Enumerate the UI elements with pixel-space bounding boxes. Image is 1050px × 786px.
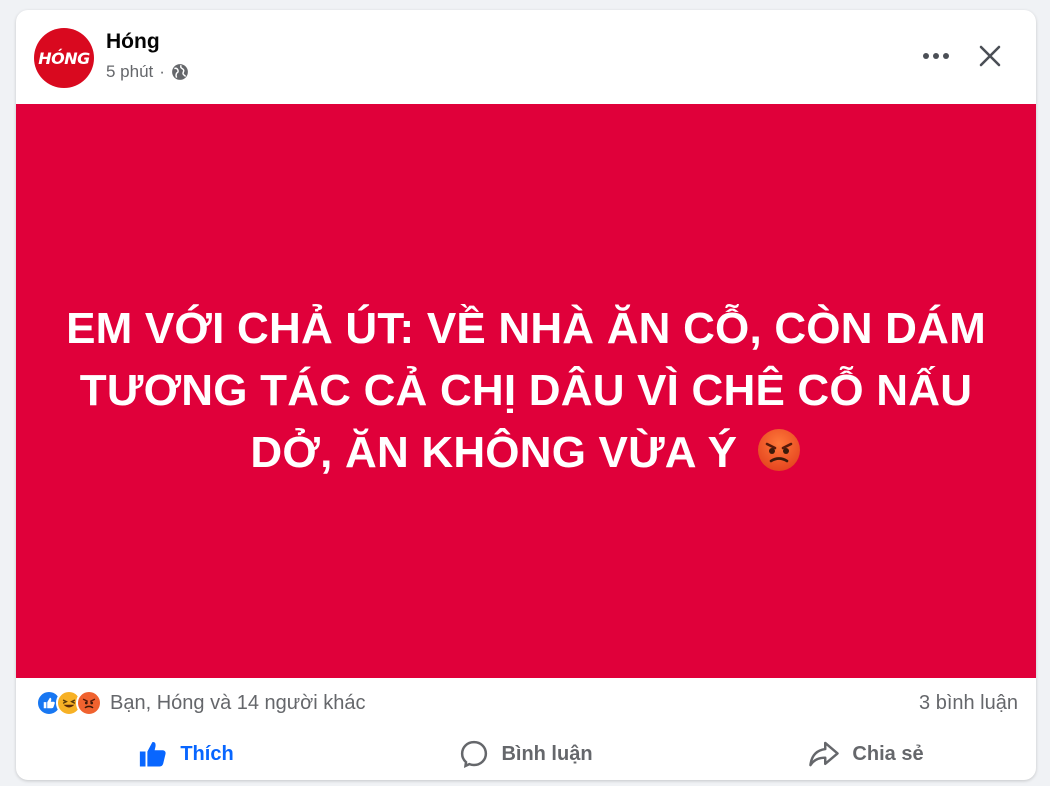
like-button[interactable]: Thích xyxy=(16,728,356,780)
post-card: HÓNG Hóng 5 phút · EM VỚI CHẢ ÚT: VỀ NHÀ… xyxy=(16,10,1036,780)
post-meta: 5 phút · xyxy=(106,62,189,82)
post-header: HÓNG Hóng 5 phút · xyxy=(16,10,1036,104)
meta-separator: · xyxy=(159,62,165,81)
comment-count[interactable]: 3 bình luận xyxy=(919,692,1018,715)
more-horizontal-icon xyxy=(923,53,949,59)
post-time[interactable]: 5 phút xyxy=(106,62,153,82)
share-button[interactable]: Chia sẻ xyxy=(696,728,1036,780)
author-name[interactable]: Hóng xyxy=(106,30,160,54)
reaction-text[interactable]: Bạn, Hóng và 14 người khác xyxy=(110,692,366,715)
post-headline-text: EM VỚI CHẢ ÚT: VỀ NHÀ ĂN CỖ, CÒN DÁM TƯƠ… xyxy=(66,304,986,477)
action-bar: Thích Bình luận Chia sẻ xyxy=(16,728,1036,780)
globe-icon[interactable] xyxy=(171,63,189,81)
comment-button[interactable]: Bình luận xyxy=(356,728,696,780)
close-button[interactable] xyxy=(970,36,1010,76)
share-label: Chia sẻ xyxy=(852,742,924,765)
avatar[interactable]: HÓNG xyxy=(34,28,94,88)
thumbs-up-icon xyxy=(140,742,166,767)
comment-icon xyxy=(461,740,488,768)
like-label: Thích xyxy=(180,742,234,765)
more-options-button[interactable] xyxy=(916,36,956,76)
post-image[interactable]: EM VỚI CHẢ ÚT: VỀ NHÀ ĂN CỖ, CÒN DÁM TƯƠ… xyxy=(16,104,1036,678)
angry-face-icon xyxy=(757,429,800,472)
avatar-logo-text: HÓNG xyxy=(38,48,90,68)
share-icon xyxy=(809,741,840,767)
angry-reaction-icon xyxy=(76,690,102,716)
close-icon xyxy=(979,45,1001,67)
reaction-summary[interactable]: Bạn, Hóng và 14 người khác xyxy=(36,690,366,716)
post-headline: EM VỚI CHẢ ÚT: VỀ NHÀ ĂN CỖ, CÒN DÁM TƯƠ… xyxy=(46,298,1006,484)
comment-label: Bình luận xyxy=(501,742,593,765)
post-stats: Bạn, Hóng và 14 người khác 3 bình luận xyxy=(16,678,1036,728)
